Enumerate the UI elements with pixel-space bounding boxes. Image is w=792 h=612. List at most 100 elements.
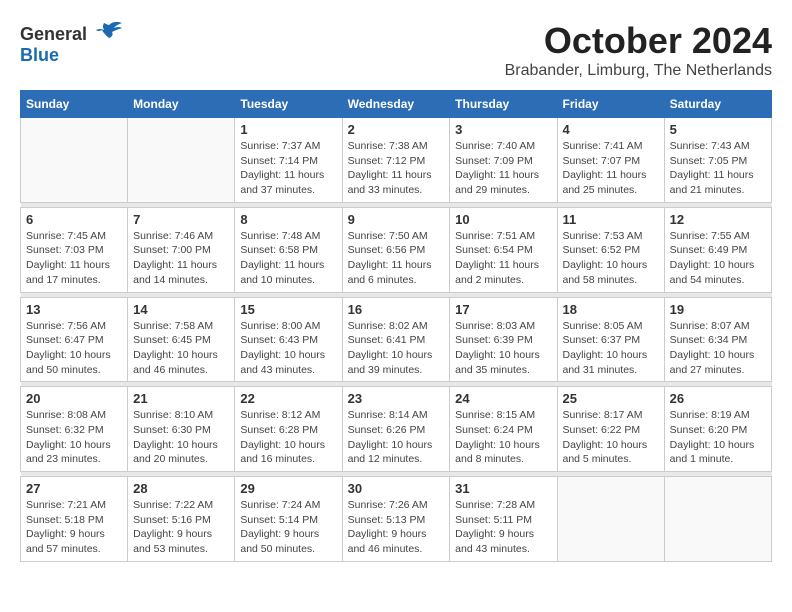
table-row: 4 Sunrise: 7:41 AM Sunset: 7:07 PM Daylig… <box>557 118 664 203</box>
day-number: 2 <box>348 122 445 137</box>
day-number: 5 <box>670 122 766 137</box>
month-title: October 2024 <box>505 20 772 62</box>
day-number: 29 <box>240 481 336 496</box>
table-row: 29 Sunrise: 7:24 AM Sunset: 5:14 PM Dayli… <box>235 477 342 562</box>
day-info: Sunrise: 7:40 AM Sunset: 7:09 PM Dayligh… <box>455 139 551 198</box>
table-row: 6 Sunrise: 7:45 AM Sunset: 7:03 PM Daylig… <box>21 207 128 292</box>
table-row: 31 Sunrise: 7:28 AM Sunset: 5:11 PM Dayli… <box>450 477 557 562</box>
table-row: 16Sunrise: 8:02 AM Sunset: 6:41 PM Dayli… <box>342 297 450 382</box>
day-info: Sunrise: 8:10 AM Sunset: 6:30 PM Dayligh… <box>133 408 229 467</box>
table-row: 18Sunrise: 8:05 AM Sunset: 6:37 PM Dayli… <box>557 297 664 382</box>
table-row: 20Sunrise: 8:08 AM Sunset: 6:32 PM Dayli… <box>21 387 128 472</box>
table-row: 26 Sunrise: 8:19 AM Sunset: 6:20 PM Dayli… <box>664 387 771 472</box>
col-saturday: Saturday <box>664 91 771 118</box>
table-row <box>128 118 235 203</box>
day-info: Sunrise: 7:46 AM Sunset: 7:00 PM Dayligh… <box>133 229 229 288</box>
day-number: 15 <box>240 302 336 317</box>
day-number: 25 <box>563 391 659 406</box>
day-info: Sunrise: 7:22 AM Sunset: 5:16 PM Dayligh… <box>133 498 229 557</box>
day-info: Sunrise: 7:38 AM Sunset: 7:12 PM Dayligh… <box>348 139 445 198</box>
day-number: 13 <box>26 302 122 317</box>
logo: General Blue <box>20 20 124 66</box>
day-number: 30 <box>348 481 445 496</box>
table-row: 22Sunrise: 8:12 AM Sunset: 6:28 PM Dayli… <box>235 387 342 472</box>
day-info: Sunrise: 8:19 AM Sunset: 6:20 PM Dayligh… <box>670 408 766 467</box>
table-row: 8 Sunrise: 7:48 AM Sunset: 6:58 PM Daylig… <box>235 207 342 292</box>
day-number: 8 <box>240 212 336 227</box>
day-number: 14 <box>133 302 229 317</box>
day-info: Sunrise: 7:21 AM Sunset: 5:18 PM Dayligh… <box>26 498 122 557</box>
table-row: 28 Sunrise: 7:22 AM Sunset: 5:16 PM Dayli… <box>128 477 235 562</box>
day-info: Sunrise: 8:07 AM Sunset: 6:34 PM Dayligh… <box>670 319 766 378</box>
day-number: 10 <box>455 212 551 227</box>
col-wednesday: Wednesday <box>342 91 450 118</box>
table-row: 17Sunrise: 8:03 AM Sunset: 6:39 PM Dayli… <box>450 297 557 382</box>
day-info: Sunrise: 7:56 AM Sunset: 6:47 PM Dayligh… <box>26 319 122 378</box>
day-number: 4 <box>563 122 659 137</box>
table-row: 25Sunrise: 8:17 AM Sunset: 6:22 PM Dayli… <box>557 387 664 472</box>
table-row: 15 Sunrise: 8:00 AM Sunset: 6:43 PM Dayli… <box>235 297 342 382</box>
day-info: Sunrise: 7:58 AM Sunset: 6:45 PM Dayligh… <box>133 319 229 378</box>
day-info: Sunrise: 7:24 AM Sunset: 5:14 PM Dayligh… <box>240 498 336 557</box>
table-row: 19 Sunrise: 8:07 AM Sunset: 6:34 PM Dayli… <box>664 297 771 382</box>
day-info: Sunrise: 7:28 AM Sunset: 5:11 PM Dayligh… <box>455 498 551 557</box>
table-row: 12Sunrise: 7:55 AM Sunset: 6:49 PM Dayli… <box>664 207 771 292</box>
table-row: 5 Sunrise: 7:43 AM Sunset: 7:05 PM Daylig… <box>664 118 771 203</box>
table-row: 30Sunrise: 7:26 AM Sunset: 5:13 PM Dayli… <box>342 477 450 562</box>
day-number: 21 <box>133 391 229 406</box>
day-info: Sunrise: 7:55 AM Sunset: 6:49 PM Dayligh… <box>670 229 766 288</box>
col-monday: Monday <box>128 91 235 118</box>
table-row: 11 Sunrise: 7:53 AM Sunset: 6:52 PM Dayli… <box>557 207 664 292</box>
location-text: Brabander, Limburg, The Netherlands <box>505 62 772 80</box>
table-row: 23Sunrise: 8:14 AM Sunset: 6:26 PM Dayli… <box>342 387 450 472</box>
table-row: 14 Sunrise: 7:58 AM Sunset: 6:45 PM Dayli… <box>128 297 235 382</box>
calendar-header-row: Sunday Monday Tuesday Wednesday Thursday… <box>21 91 772 118</box>
day-number: 20 <box>26 391 122 406</box>
day-number: 19 <box>670 302 766 317</box>
table-row: 13 Sunrise: 7:56 AM Sunset: 6:47 PM Dayli… <box>21 297 128 382</box>
logo-general-text: General <box>20 24 87 44</box>
day-info: Sunrise: 8:00 AM Sunset: 6:43 PM Dayligh… <box>240 319 336 378</box>
col-tuesday: Tuesday <box>235 91 342 118</box>
day-number: 6 <box>26 212 122 227</box>
page-header: General Blue October 2024 Brabander, Lim… <box>20 20 772 80</box>
day-number: 24 <box>455 391 551 406</box>
col-sunday: Sunday <box>21 91 128 118</box>
day-info: Sunrise: 8:03 AM Sunset: 6:39 PM Dayligh… <box>455 319 551 378</box>
day-info: Sunrise: 7:45 AM Sunset: 7:03 PM Dayligh… <box>26 229 122 288</box>
table-row: 1 Sunrise: 7:37 AM Sunset: 7:14 PM Daylig… <box>235 118 342 203</box>
day-info: Sunrise: 8:14 AM Sunset: 6:26 PM Dayligh… <box>348 408 445 467</box>
table-row: 24 Sunrise: 8:15 AM Sunset: 6:24 PM Dayli… <box>450 387 557 472</box>
day-number: 31 <box>455 481 551 496</box>
table-row: 3 Sunrise: 7:40 AM Sunset: 7:09 PM Daylig… <box>450 118 557 203</box>
logo-bird-icon <box>94 20 124 40</box>
table-row <box>557 477 664 562</box>
day-info: Sunrise: 7:41 AM Sunset: 7:07 PM Dayligh… <box>563 139 659 198</box>
day-info: Sunrise: 8:12 AM Sunset: 6:28 PM Dayligh… <box>240 408 336 467</box>
day-info: Sunrise: 7:43 AM Sunset: 7:05 PM Dayligh… <box>670 139 766 198</box>
logo-blue-text: Blue <box>20 45 59 65</box>
day-info: Sunrise: 7:53 AM Sunset: 6:52 PM Dayligh… <box>563 229 659 288</box>
day-number: 28 <box>133 481 229 496</box>
day-info: Sunrise: 8:15 AM Sunset: 6:24 PM Dayligh… <box>455 408 551 467</box>
day-number: 7 <box>133 212 229 227</box>
day-info: Sunrise: 7:48 AM Sunset: 6:58 PM Dayligh… <box>240 229 336 288</box>
col-thursday: Thursday <box>450 91 557 118</box>
day-number: 18 <box>563 302 659 317</box>
day-number: 11 <box>563 212 659 227</box>
day-number: 3 <box>455 122 551 137</box>
col-friday: Friday <box>557 91 664 118</box>
day-number: 1 <box>240 122 336 137</box>
table-row: 27 Sunrise: 7:21 AM Sunset: 5:18 PM Dayli… <box>21 477 128 562</box>
table-row: 21 Sunrise: 8:10 AM Sunset: 6:30 PM Dayli… <box>128 387 235 472</box>
table-row: 9Sunrise: 7:50 AM Sunset: 6:56 PM Daylig… <box>342 207 450 292</box>
day-number: 9 <box>348 212 445 227</box>
title-block: October 2024 Brabander, Limburg, The Net… <box>505 20 772 80</box>
day-number: 26 <box>670 391 766 406</box>
day-info: Sunrise: 8:02 AM Sunset: 6:41 PM Dayligh… <box>348 319 445 378</box>
day-info: Sunrise: 7:51 AM Sunset: 6:54 PM Dayligh… <box>455 229 551 288</box>
table-row: 10 Sunrise: 7:51 AM Sunset: 6:54 PM Dayli… <box>450 207 557 292</box>
day-info: Sunrise: 7:37 AM Sunset: 7:14 PM Dayligh… <box>240 139 336 198</box>
day-number: 27 <box>26 481 122 496</box>
table-row: 2 Sunrise: 7:38 AM Sunset: 7:12 PM Daylig… <box>342 118 450 203</box>
